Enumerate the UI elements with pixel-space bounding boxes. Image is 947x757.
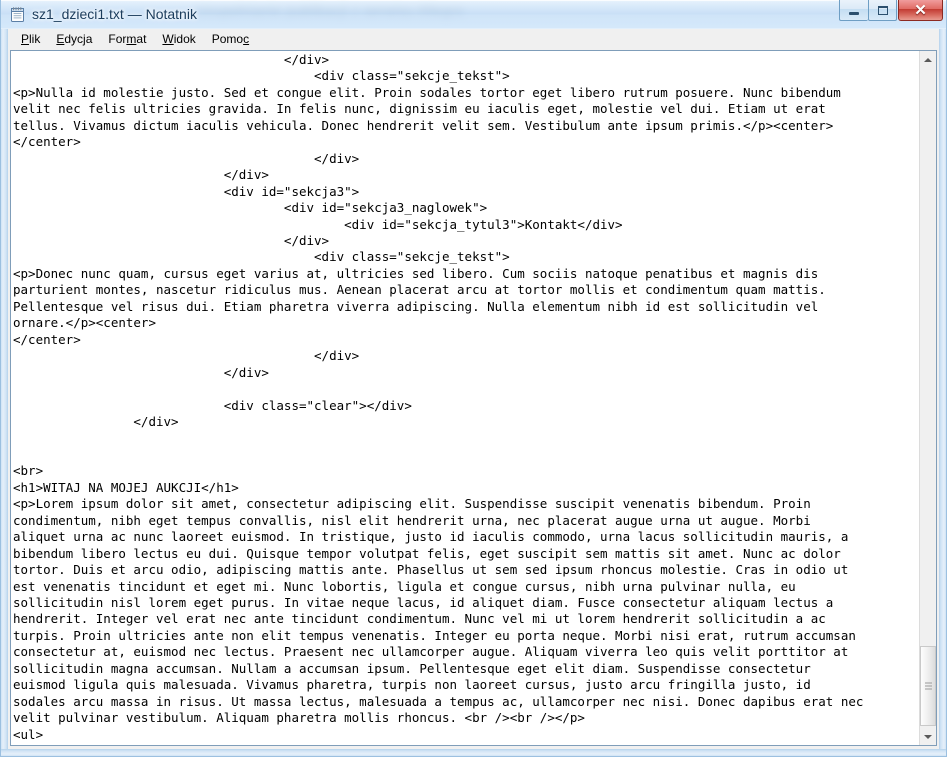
scroll-up-button[interactable] bbox=[920, 51, 936, 68]
close-icon: ✕ bbox=[899, 0, 942, 20]
scroll-down-arrow-icon bbox=[924, 734, 932, 739]
menu-item-edycja[interactable]: Edycja bbox=[48, 30, 100, 49]
menu-item-widok[interactable]: Widok bbox=[154, 30, 203, 49]
close-button[interactable]: ✕ bbox=[898, 0, 943, 21]
text-editor-content[interactable]: </div> <div class="sekcje_tekst"> <p>Nul… bbox=[13, 52, 863, 745]
window-client-area: Plik Edycja Format Widok Pomoc </div> <d… bbox=[8, 29, 939, 749]
caption-buttons: ✕ bbox=[839, 0, 943, 22]
vertical-scrollbar-track[interactable] bbox=[920, 68, 936, 728]
minimize-icon bbox=[840, 0, 868, 20]
maximize-button[interactable] bbox=[868, 0, 897, 21]
menu-accel-m: m bbox=[126, 32, 137, 46]
close-glyph-char: ✕ bbox=[914, 1, 927, 19]
vertical-scrollbar[interactable] bbox=[919, 51, 936, 745]
maximize-icon bbox=[869, 0, 896, 20]
menu-accel-w: W bbox=[162, 32, 174, 46]
text-editor-viewport[interactable]: </div> <div class="sekcje_tekst"> <p>Nul… bbox=[11, 51, 918, 745]
menu-accel-c: c bbox=[243, 32, 250, 46]
notepad-icon bbox=[9, 6, 26, 23]
menu-accel-p: P bbox=[21, 32, 30, 46]
menu-bar: Plik Edycja Format Widok Pomoc bbox=[8, 29, 939, 50]
vertical-scrollbar-thumb[interactable] bbox=[920, 646, 936, 726]
title-bar[interactable]: sz1_dzieci1.txt — Notatnik ✕ bbox=[0, 0, 947, 29]
text-editor-frame: </div> <div class="sekcje_tekst"> <p>Nul… bbox=[10, 50, 937, 746]
menu-item-format[interactable]: Format bbox=[100, 30, 154, 49]
menu-item-pomoc[interactable]: Pomoc bbox=[204, 30, 257, 49]
menu-accel-e: E bbox=[56, 32, 65, 46]
scroll-down-button[interactable] bbox=[920, 728, 936, 745]
window-border-left bbox=[0, 29, 8, 757]
window-border-bottom bbox=[0, 749, 947, 757]
minimize-button[interactable] bbox=[839, 0, 868, 21]
window-title: sz1_dzieci1.txt — Notatnik bbox=[32, 6, 197, 22]
scrollbar-grip-icon bbox=[925, 682, 932, 690]
window-border-right bbox=[939, 29, 947, 757]
scroll-up-arrow-icon bbox=[924, 57, 932, 62]
menu-item-plik[interactable]: Plik bbox=[13, 30, 48, 49]
notepad-window: sz1_dzieci1.txt — Notatnik ✕ Plik Edycja… bbox=[0, 0, 947, 757]
